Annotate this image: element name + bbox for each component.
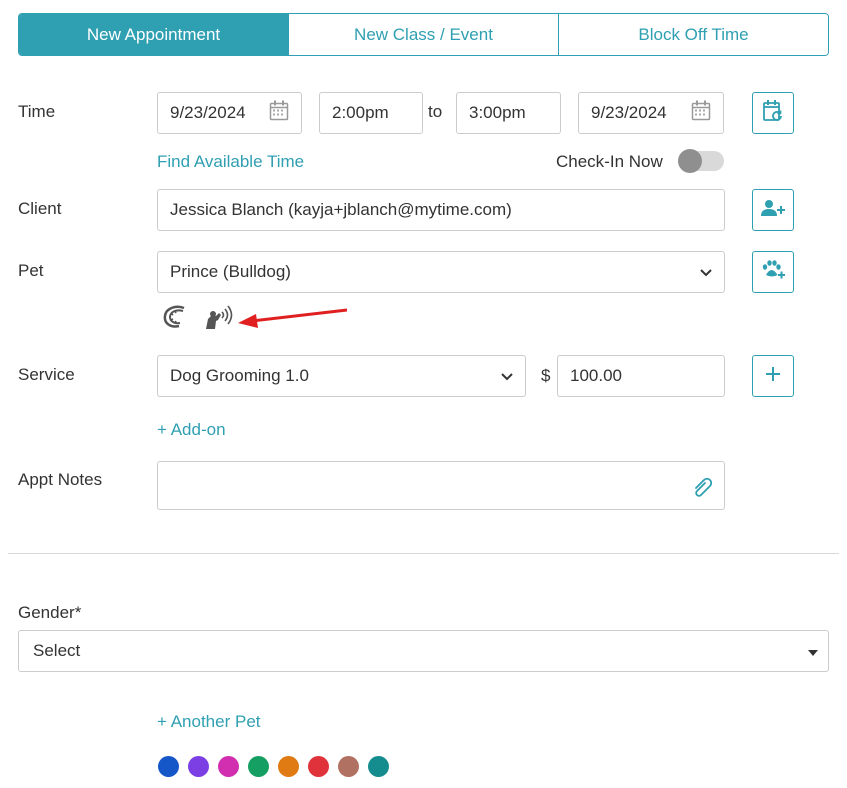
annotation-arrow-icon [232, 305, 352, 340]
section-divider [8, 553, 839, 554]
appointment-type-tabs: New Appointment New Class / Event Block … [18, 13, 829, 56]
price-value: 100.00 [570, 366, 622, 385]
color-swatch[interactable] [218, 756, 239, 777]
client-value: Jessica Blanch (kayja+jblanch@mytime.com… [170, 200, 512, 219]
end-date-input[interactable]: 9/23/2024 [578, 92, 724, 134]
add-paw-icon [760, 259, 786, 286]
color-swatches [158, 756, 389, 777]
check-in-now-toggle[interactable] [678, 149, 724, 173]
plus-icon [766, 366, 780, 386]
pet-label: Pet [18, 261, 44, 280]
time-label: Time [18, 102, 56, 121]
color-swatch[interactable] [368, 756, 389, 777]
client-label: Client [18, 199, 62, 218]
client-input[interactable]: Jessica Blanch (kayja+jblanch@mytime.com… [157, 189, 725, 231]
recurring-calendar-button[interactable] [752, 92, 794, 134]
add-user-icon [761, 198, 785, 223]
calendar-icon[interactable] [691, 100, 711, 127]
add-pet-button[interactable] [752, 251, 794, 293]
service-value: Dog Grooming 1.0 [170, 366, 309, 385]
start-time-input[interactable]: 2:00pm [319, 92, 423, 134]
service-select[interactable]: Dog Grooming 1.0 [157, 355, 526, 397]
chevron-down-icon [501, 366, 513, 386]
tab-block-off-time[interactable]: Block Off Time [558, 14, 828, 55]
calendar-icon[interactable] [269, 100, 289, 127]
service-label: Service [18, 365, 75, 384]
barking-icon[interactable] [202, 303, 234, 336]
end-time-value: 3:00pm [469, 103, 526, 122]
add-service-button[interactable] [752, 355, 794, 397]
tab-new-class-event[interactable]: New Class / Event [288, 14, 558, 55]
pet-value: Prince (Bulldog) [170, 262, 291, 281]
paperclip-icon[interactable] [692, 476, 714, 503]
caret-down-icon [808, 641, 818, 661]
find-available-time-link[interactable]: Find Available Time [157, 152, 304, 172]
end-date-value: 9/23/2024 [591, 103, 667, 122]
start-time-value: 2:00pm [332, 103, 389, 122]
color-swatch[interactable] [248, 756, 269, 777]
another-pet-link[interactable]: + Another Pet [157, 712, 261, 732]
check-in-now-label: Check-In Now [556, 152, 663, 171]
bite-warning-icon[interactable] [162, 305, 188, 334]
appt-notes-label: Appt Notes [18, 470, 103, 489]
to-label: to [428, 102, 443, 121]
start-date-value: 9/23/2024 [170, 103, 246, 122]
gender-value: Select [33, 641, 81, 660]
end-time-input[interactable]: 3:00pm [456, 92, 561, 134]
gender-select[interactable]: Select [18, 630, 829, 672]
add-on-link[interactable]: + Add-on [157, 420, 226, 440]
currency-symbol: $ [541, 366, 551, 385]
color-swatch[interactable] [188, 756, 209, 777]
gender-label: Gender* [18, 603, 82, 622]
toggle-knob [678, 149, 702, 173]
color-swatch[interactable] [278, 756, 299, 777]
price-input[interactable]: 100.00 [557, 355, 725, 397]
appt-notes-input[interactable] [157, 461, 725, 510]
tab-new-appointment[interactable]: New Appointment [19, 14, 288, 55]
add-client-button[interactable] [752, 189, 794, 231]
calendar-repeat-icon [762, 99, 784, 128]
color-swatch[interactable] [308, 756, 329, 777]
start-date-input[interactable]: 9/23/2024 [157, 92, 302, 134]
chevron-down-icon [700, 262, 712, 282]
color-swatch[interactable] [338, 756, 359, 777]
color-swatch[interactable] [158, 756, 179, 777]
pet-select[interactable]: Prince (Bulldog) [157, 251, 725, 293]
